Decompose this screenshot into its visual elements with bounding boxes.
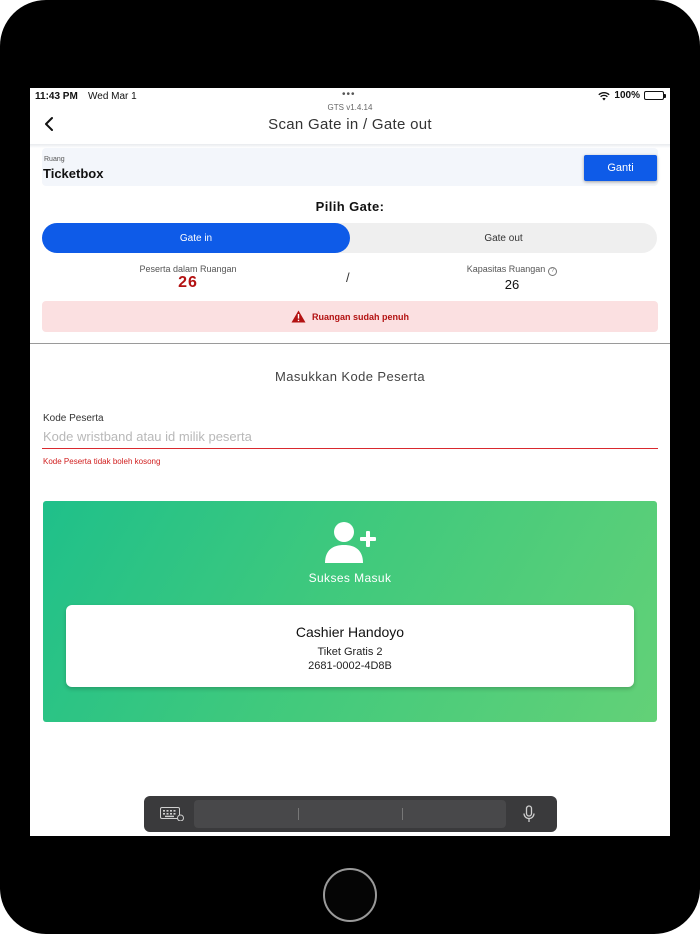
keyboard-icon[interactable] bbox=[160, 807, 184, 821]
status-date: Wed Mar 1 bbox=[88, 91, 137, 102]
battery-icon bbox=[644, 91, 666, 100]
scan-result-card: Sukses Masuk Cashier Handoyo Tiket Grati… bbox=[43, 501, 657, 722]
ipad-frame: 11:43 PM Wed Mar 1 ••• 100% GTS v1.4.14 … bbox=[0, 0, 700, 934]
add-user-icon bbox=[325, 522, 376, 563]
status-time: 11:43 PM bbox=[35, 91, 78, 102]
success-title: Sukses Masuk bbox=[308, 571, 392, 585]
page-title: Scan Gate in / Gate out bbox=[268, 116, 432, 133]
room-card: Ruang Ticketbox Ganti bbox=[42, 148, 658, 186]
gate-out-option[interactable]: Gate out bbox=[350, 223, 657, 253]
gate-heading: Pilih Gate: bbox=[315, 199, 385, 214]
ticket-code: 2681-0002-4D8B bbox=[308, 660, 392, 672]
battery-percent: 100% bbox=[614, 90, 640, 101]
ticket-holder-name: Cashier Handoyo bbox=[295, 624, 405, 640]
suggestion-separator bbox=[402, 808, 403, 820]
suggestion-separator bbox=[298, 808, 299, 820]
wifi-icon bbox=[598, 91, 611, 100]
ticket-info-card: Cashier Handoyo Tiket Gratis 2 2681-0002… bbox=[66, 605, 634, 687]
keyboard-shortcut-bar bbox=[144, 796, 557, 832]
room-stats: Peserta dalam Ruangan 26 / Kapasitas Rua… bbox=[30, 262, 670, 298]
mic-icon[interactable] bbox=[522, 805, 536, 823]
participant-code-label: Kode Peserta bbox=[43, 413, 104, 424]
capacity-count: 26 bbox=[504, 277, 520, 292]
stats-separator: / bbox=[346, 270, 350, 285]
status-indicators: 100% bbox=[598, 90, 666, 101]
room-full-alert: Ruangan sudah penuh bbox=[42, 301, 658, 332]
info-icon[interactable]: ? bbox=[548, 267, 558, 276]
warning-icon bbox=[291, 310, 306, 323]
capacity-label: Kapasitas Ruangan bbox=[466, 264, 546, 274]
multitasking-dots-icon[interactable]: ••• bbox=[342, 89, 356, 100]
participants-label: Peserta dalam Ruangan bbox=[139, 264, 237, 274]
ticket-type: Tiket Gratis 2 bbox=[317, 646, 383, 658]
participants-count: 26 bbox=[178, 274, 198, 291]
predictive-text-bar[interactable] bbox=[194, 800, 506, 828]
room-name: Ticketbox bbox=[43, 166, 104, 181]
app-version: GTS v1.4.14 bbox=[327, 103, 373, 112]
participant-code-error: Kode Peserta tidak boleh kosong bbox=[43, 457, 161, 466]
gate-in-option[interactable]: Gate in bbox=[42, 223, 350, 253]
app-screen: 11:43 PM Wed Mar 1 ••• 100% GTS v1.4.14 … bbox=[30, 88, 670, 836]
home-button[interactable] bbox=[323, 868, 377, 922]
participant-code-input[interactable] bbox=[42, 425, 658, 449]
room-label: Ruang bbox=[44, 156, 65, 163]
section-divider bbox=[30, 343, 670, 344]
entry-heading: Masukkan Kode Peserta bbox=[274, 369, 426, 384]
capacity-label-row: Kapasitas Ruangan? bbox=[430, 264, 594, 276]
change-room-button[interactable]: Ganti bbox=[584, 155, 657, 181]
alert-message: Ruangan sudah penuh bbox=[311, 311, 409, 322]
gate-selector: Gate in Gate out bbox=[42, 223, 657, 253]
